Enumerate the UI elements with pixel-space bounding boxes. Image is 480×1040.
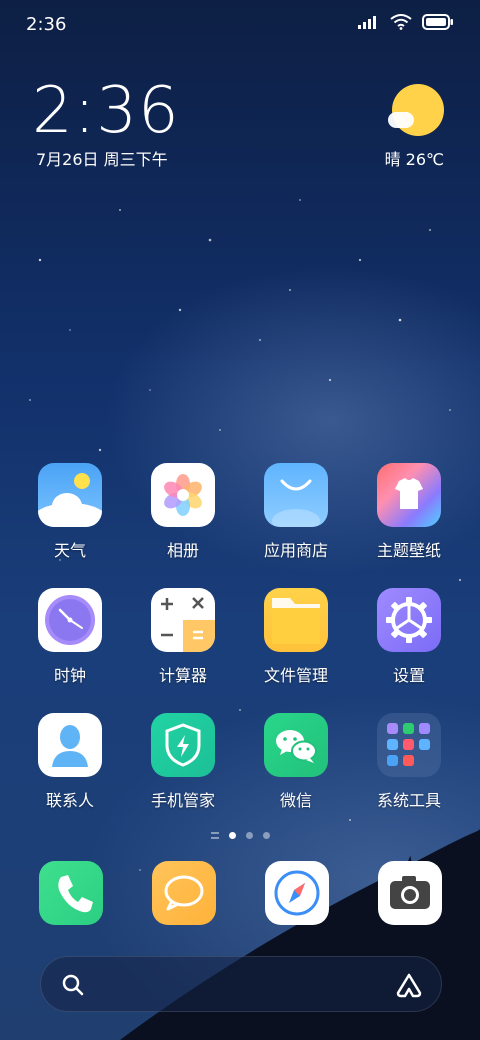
app-label: 联系人	[45, 791, 94, 810]
battery-icon	[422, 14, 453, 30]
dock-phone[interactable]	[39, 861, 103, 925]
app-label: 计算器	[158, 666, 207, 685]
dock-camera[interactable]	[378, 861, 442, 925]
app-label: 应用商店	[263, 541, 328, 560]
app-label: 设置	[392, 666, 425, 685]
cloud-icon	[388, 112, 414, 128]
status-time: 2:36	[26, 14, 67, 35]
app-label: 主题壁纸	[376, 541, 441, 560]
signal-icon	[358, 16, 376, 29]
app-file-manager[interactable]: 文件管理	[241, 588, 351, 686]
wechat-icon	[264, 713, 328, 777]
sun-icon	[392, 84, 444, 136]
voice-assistant-icon[interactable]	[395, 971, 423, 999]
app-themes[interactable]: 主题壁纸	[354, 463, 464, 561]
page-dot[interactable]	[245, 831, 253, 839]
app-contacts[interactable]: 联系人	[15, 713, 125, 811]
app-weather[interactable]: 天气	[15, 463, 125, 561]
search-bar[interactable]	[40, 956, 442, 1012]
clock-widget-date[interactable]: 7月26日 周三下午	[36, 146, 168, 170]
page-indicator[interactable]	[0, 828, 480, 842]
app-label: 微信	[279, 791, 312, 810]
app-gallery[interactable]: 相册	[128, 463, 238, 561]
page-indicator-feed[interactable]	[210, 831, 219, 839]
app-clock[interactable]: 时钟	[15, 588, 125, 686]
phone-icon	[58, 875, 93, 913]
app-label: 时钟	[53, 666, 86, 685]
page-dot[interactable]	[262, 831, 270, 839]
file-manager-icon	[264, 588, 328, 652]
security-icon	[151, 713, 215, 777]
app-label: 天气	[53, 541, 86, 560]
dock-messages[interactable]	[152, 861, 216, 925]
themes-icon	[377, 463, 441, 527]
search-icon	[62, 974, 84, 996]
page-dot-active[interactable]	[228, 831, 236, 839]
system-tools-folder-icon	[377, 713, 441, 777]
weather-widget[interactable]: 晴 26℃	[374, 80, 444, 170]
app-label: 手机管家	[150, 791, 215, 810]
app-label: 系统工具	[376, 791, 441, 810]
app-label: 文件管理	[263, 666, 328, 685]
wifi-icon	[390, 14, 412, 30]
app-folder-system-tools[interactable]: 系统工具	[354, 713, 464, 811]
app-store-icon	[264, 463, 328, 527]
dock-browser[interactable]	[265, 861, 329, 925]
gallery-icon	[151, 463, 215, 527]
app-label: 相册	[166, 541, 199, 560]
status-icons	[358, 14, 454, 30]
app-calculator[interactable]: 计算器	[128, 588, 238, 686]
contacts-icon	[38, 713, 102, 777]
calculator-icon	[151, 588, 215, 652]
app-store[interactable]: 应用商店	[241, 463, 351, 561]
app-security[interactable]: 手机管家	[128, 713, 238, 811]
clock-icon	[38, 588, 102, 652]
weather-icon	[38, 463, 102, 527]
clock-widget-time[interactable]: 2:36	[32, 74, 180, 148]
messages-icon	[164, 875, 204, 911]
status-bar: 2:36	[0, 0, 480, 48]
weather-text: 晴 26℃	[384, 150, 444, 169]
settings-icon	[377, 588, 441, 652]
app-settings[interactable]: 设置	[354, 588, 464, 686]
app-wechat[interactable]: 微信	[241, 713, 351, 811]
browser-icon	[274, 870, 320, 916]
camera-icon	[390, 876, 430, 909]
